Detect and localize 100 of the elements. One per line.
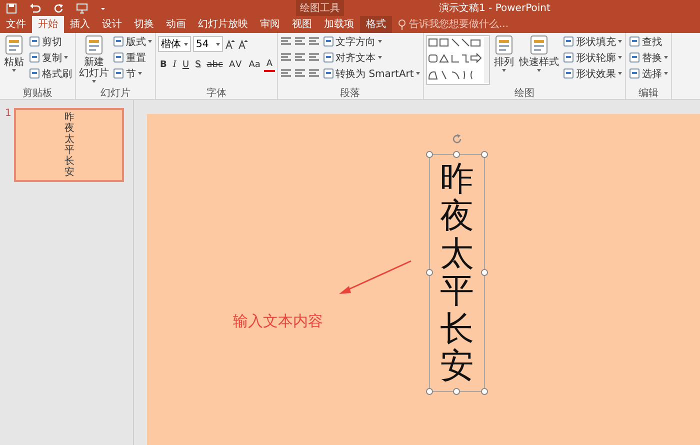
ribbon-button[interactable]: 排列 (492, 34, 516, 72)
resize-handle[interactable] (453, 388, 460, 396)
caret-icon (92, 80, 96, 83)
group-label: 绘图 (514, 86, 534, 100)
ribbon-button[interactable]: 文字方向 (322, 34, 421, 49)
ribbon-tab[interactable]: 文件 (0, 16, 32, 33)
paragraph-icon[interactable] (308, 68, 320, 79)
caret-icon (148, 40, 152, 43)
paragraph-icon[interactable] (308, 36, 320, 47)
ribbon-button[interactable]: 形状轮廓 (562, 50, 623, 65)
tool-icon (113, 68, 124, 79)
ribbon-tab[interactable]: 插入 (64, 16, 96, 33)
paragraph-icon[interactable] (294, 68, 306, 79)
resize-handle[interactable] (481, 269, 488, 276)
ribbon-button[interactable]: 剪切 (28, 34, 73, 49)
tool-icon (29, 36, 40, 47)
caret-icon (138, 72, 142, 75)
slide-thumbnail[interactable]: 昨夜太平长安 (14, 108, 124, 182)
ribbon-button[interactable]: 粘贴 (2, 34, 26, 72)
annotation-text: 输入文本内容 (233, 312, 323, 331)
undo-icon[interactable] (29, 2, 41, 14)
ribbon-tab[interactable]: 开始 (32, 16, 64, 33)
caret-icon (664, 72, 668, 75)
format-button[interactable]: Aa (246, 58, 262, 72)
caret-icon (502, 69, 506, 72)
ribbon-button[interactable]: 格式刷 (28, 66, 73, 81)
paragraph-icon[interactable] (294, 52, 306, 63)
ribbon-button[interactable]: 重置 (112, 50, 153, 65)
font-field[interactable]: 楷体 (158, 36, 191, 52)
paragraph-icon[interactable] (280, 36, 292, 47)
ribbon-button[interactable]: 节 (112, 66, 153, 81)
group-label: 编辑 (638, 86, 658, 100)
paragraph-icon[interactable] (294, 36, 306, 47)
paragraph-icon[interactable] (280, 68, 292, 79)
tool-icon (29, 52, 40, 63)
font-field[interactable]: 54 (193, 36, 223, 52)
ribbon-button[interactable]: 快速样式 (518, 34, 560, 72)
ribbon-tab[interactable]: 加载项 (318, 16, 360, 33)
ribbon-button[interactable]: 转换为 SmartArt (322, 66, 421, 81)
format-button[interactable]: S (193, 58, 203, 72)
ribbon-tab[interactable]: 动画 (160, 16, 192, 33)
ribbon-tab[interactable]: 审阅 (254, 16, 286, 33)
slideshow-icon[interactable] (76, 2, 88, 14)
ribbon-button[interactable]: 复制 (28, 50, 73, 65)
caret-icon (664, 56, 668, 59)
ribbon-button[interactable]: 查找 (628, 34, 669, 49)
slide-number: 1 (5, 108, 12, 121)
save-icon[interactable] (6, 2, 17, 14)
ribbon-tab[interactable]: 格式 (360, 16, 392, 33)
tool-icon (628, 68, 640, 79)
caret-icon (378, 56, 382, 59)
tool-icon (113, 52, 124, 63)
resize-handle[interactable] (426, 151, 433, 158)
caret-icon (618, 56, 622, 59)
tool-icon (562, 68, 574, 79)
font-size-icon[interactable] (238, 38, 249, 50)
ribbon-button[interactable]: 替换 (628, 50, 669, 65)
format-button[interactable]: abc (204, 58, 225, 72)
tool-icon (322, 52, 334, 63)
ribbon-button[interactable]: 新建 幻灯片 (78, 34, 110, 83)
caret-icon (184, 42, 188, 46)
caret-icon (618, 72, 622, 75)
font-size-icon[interactable] (225, 38, 236, 50)
group-label: 字体 (206, 86, 226, 100)
resize-handle[interactable] (481, 151, 488, 158)
format-button[interactable]: I (170, 58, 178, 72)
tool-icon (628, 52, 640, 63)
caret-icon (536, 69, 541, 72)
resize-handle[interactable] (426, 388, 433, 396)
tool-icon (322, 36, 334, 47)
tool-icon (562, 52, 574, 63)
contextual-tab-label: 绘图工具 (300, 2, 340, 15)
ribbon-tab[interactable]: 设计 (96, 16, 128, 33)
resize-handle[interactable] (481, 388, 488, 396)
caret-icon (216, 42, 220, 46)
tool-icon (322, 68, 334, 79)
search-field[interactable]: 告诉我您想要做什么... (409, 19, 539, 30)
window-title: 演示文稿1 - PowerPoint (439, 2, 550, 15)
format-button[interactable]: AV (226, 58, 245, 72)
ribbon-tab[interactable]: 幻灯片放映 (192, 16, 254, 33)
shape-gallery[interactable] (426, 35, 490, 85)
redo-icon[interactable] (53, 2, 64, 14)
format-button[interactable]: A (264, 58, 275, 72)
ribbon-button[interactable]: 选择 (628, 66, 669, 81)
resize-handle[interactable] (426, 269, 433, 276)
caret-icon (618, 40, 622, 43)
ribbon-button[interactable]: 版式 (112, 34, 153, 49)
format-button[interactable]: B (158, 58, 169, 72)
format-button[interactable]: U (180, 58, 192, 72)
paragraph-icon[interactable] (308, 52, 320, 63)
ribbon-button[interactable]: 形状效果 (562, 66, 623, 81)
ribbon-button[interactable]: 对齐文本 (322, 50, 421, 65)
paragraph-icon[interactable] (280, 52, 292, 63)
rotate-handle-icon[interactable] (451, 133, 463, 145)
ribbon-tab[interactable]: 切换 (128, 16, 160, 33)
ribbon-button[interactable]: 形状填充 (562, 34, 623, 49)
resize-handle[interactable] (453, 151, 460, 158)
tool-icon (113, 36, 124, 47)
ribbon-tab[interactable]: 视图 (286, 16, 318, 33)
caret-icon (64, 56, 68, 59)
